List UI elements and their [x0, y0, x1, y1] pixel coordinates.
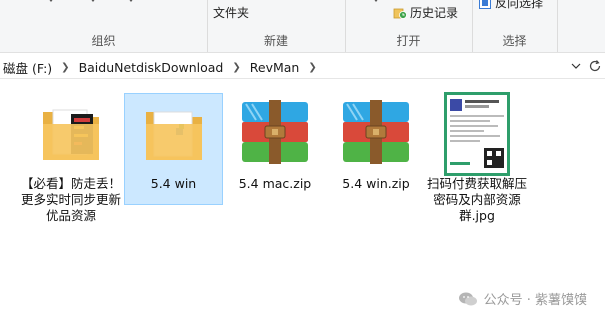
ribbon: 组织 文件夹 新建 历史记录 打开 反向选择 选择 [0, 0, 605, 53]
file-name: 【必看】防走丢！更多实时同步更新优品资源 [21, 176, 122, 223]
ribbon-group-label: 组织 [91, 34, 116, 48]
image-thumbnail [427, 92, 527, 176]
ribbon-group-label: 新建 [263, 34, 288, 48]
new-folder-label: 文件夹 [213, 6, 250, 20]
chevron-down-icon[interactable] [128, 0, 134, 2]
ribbon-group-organize: 组织 [0, 0, 208, 52]
file-item[interactable]: 扫码付费获取解压密码及内部资源群.jpg [427, 92, 528, 224]
ribbon-group-select: 反向选择 选择 [472, 0, 558, 52]
breadcrumb-label: RevMan [249, 59, 300, 75]
ribbon-group-open: 历史记录 打开 [345, 0, 473, 52]
watermark-label: 公众号 · 紫薯馍馍 [483, 293, 587, 308]
file-item[interactable]: 5.4 mac.zip [225, 94, 325, 192]
invert-selection-icon [479, 0, 491, 9]
chevron-right-icon[interactable]: ❯ [55, 62, 75, 73]
history-label: 历史记录 [410, 6, 459, 20]
folder-icon [21, 94, 121, 166]
ribbon-group-label: 选择 [502, 34, 527, 48]
file-item-selected[interactable]: 5.4 win [124, 93, 223, 205]
invert-selection-button[interactable]: 反向选择 [478, 0, 543, 11]
chevron-down-icon[interactable] [373, 0, 379, 2]
breadcrumb-drive[interactable]: 磁盘 (F:) [0, 58, 55, 77]
new-folder-button[interactable]: 文件夹 [213, 4, 249, 21]
watermark: 公众号 · 紫薯馍馍 [458, 289, 587, 308]
chevron-down-icon[interactable] [90, 0, 96, 2]
breadcrumb-label: 磁盘 (F:) [3, 60, 53, 76]
file-item[interactable]: 【必看】防走丢！更多实时同步更新优品资源 [21, 94, 121, 224]
folder-icon [125, 94, 222, 166]
invert-selection-label: 反向选择 [495, 0, 544, 10]
file-list: 【必看】防走丢！更多实时同步更新优品资源 5.4 win 5.4 mac.zip… [0, 80, 605, 320]
chevron-right-icon[interactable]: ❯ [302, 62, 322, 73]
refresh-icon[interactable] [587, 58, 603, 74]
file-name: 5.4 win.zip [342, 176, 410, 191]
file-name: 5.4 win [150, 176, 197, 191]
winrar-archive-icon [326, 94, 426, 166]
ribbon-group-new: 文件夹 新建 [207, 0, 346, 52]
chevron-down-icon[interactable] [48, 0, 54, 2]
file-item[interactable]: 5.4 win.zip [326, 94, 426, 192]
chevron-right-icon[interactable]: ❯ [226, 62, 246, 73]
breadcrumb-current[interactable]: RevMan [247, 60, 303, 75]
address-dropdown-icon[interactable] [569, 59, 583, 73]
winrar-archive-icon [225, 94, 325, 166]
file-name: 5.4 mac.zip [238, 176, 312, 191]
file-name: 扫码付费获取解压密码及内部资源群.jpg [427, 176, 528, 223]
history-button[interactable]: 历史记录 [393, 4, 458, 21]
address-bar[interactable]: 磁盘 (F:) ❯ BaiduNetdiskDownload ❯ RevMan … [0, 56, 605, 79]
wechat-icon [458, 292, 477, 305]
breadcrumb-folder[interactable]: BaiduNetdiskDownload [76, 60, 227, 75]
history-icon [393, 8, 407, 19]
breadcrumb-label: BaiduNetdiskDownload [78, 59, 224, 75]
ribbon-group-label: 打开 [396, 34, 421, 48]
